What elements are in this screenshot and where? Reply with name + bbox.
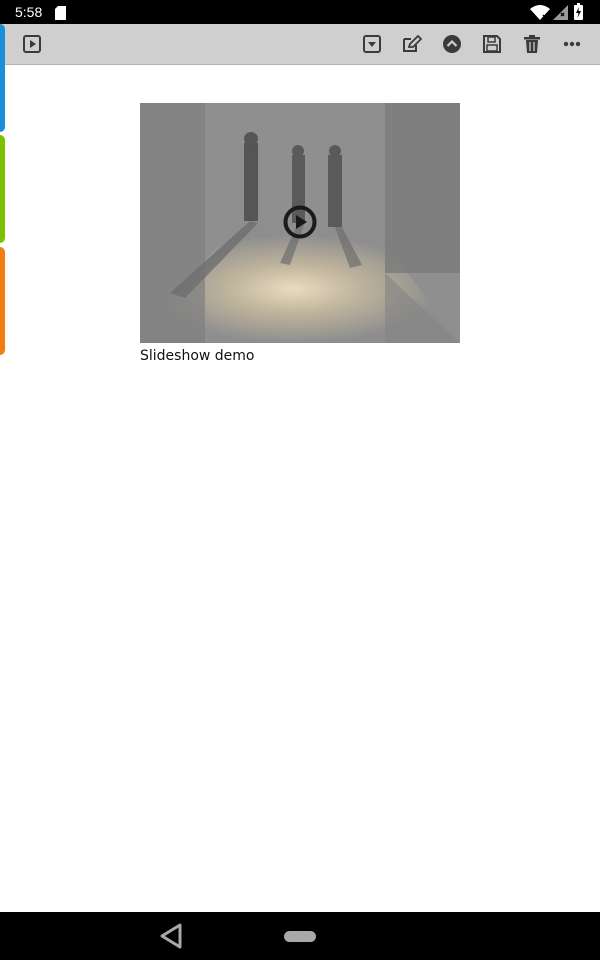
toolbar: [0, 24, 600, 65]
media-caption: Slideshow demo: [140, 348, 255, 364]
slideshow-thumbnail[interactable]: [140, 103, 460, 343]
sd-card-icon: [55, 5, 66, 24]
play-circle-icon[interactable]: [283, 205, 317, 239]
home-pill-icon[interactable]: [284, 931, 316, 942]
battery-icon: [574, 3, 583, 24]
edit-icon: [402, 35, 422, 53]
wifi-icon: [530, 4, 550, 24]
back-icon[interactable]: [158, 923, 184, 953]
more-icon: [563, 41, 581, 47]
save-button[interactable]: [480, 32, 504, 56]
status-bar: 5:58: [0, 0, 600, 24]
delete-icon: [524, 35, 540, 53]
app-screen: 5:58 Slideshow demo: [0, 0, 600, 960]
signal-icon: [553, 5, 569, 24]
navigation-bar: [0, 912, 600, 960]
side-tab-green[interactable]: [0, 135, 5, 243]
slideshow-play-button[interactable]: [20, 32, 44, 56]
dropdown-icon: [363, 35, 381, 53]
status-time: 5:58: [15, 4, 43, 20]
side-tab-blue[interactable]: [0, 24, 5, 132]
slideshow-play-icon: [23, 35, 41, 53]
edit-button[interactable]: [400, 32, 424, 56]
more-button[interactable]: [560, 32, 584, 56]
delete-button[interactable]: [520, 32, 544, 56]
side-tab-orange[interactable]: [0, 247, 5, 355]
dropdown-button[interactable]: [360, 32, 384, 56]
save-icon: [483, 35, 501, 53]
collapse-up-button[interactable]: [440, 32, 464, 56]
collapse-up-icon: [442, 34, 462, 54]
